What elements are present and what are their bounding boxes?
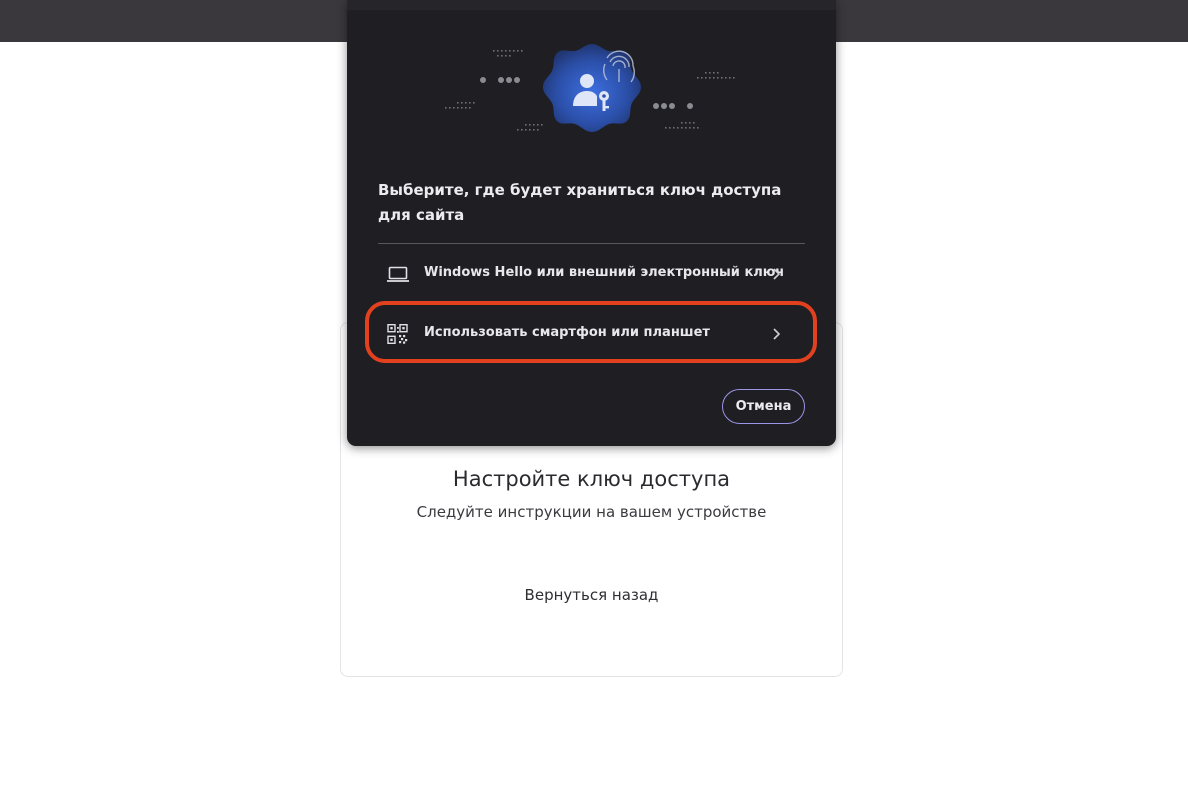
page-subtitle: Следуйте инструкции на вашем устройстве: [416, 503, 767, 521]
cancel-button[interactable]: Отмена: [722, 389, 805, 424]
laptop-icon: [387, 266, 409, 282]
back-link[interactable]: Вернуться назад: [341, 586, 842, 604]
highlight-annotation: [365, 301, 817, 363]
option-windows-hello[interactable]: Windows Hello или внешний электронный кл…: [378, 250, 805, 298]
dialog-divider: [378, 243, 805, 244]
passkey-illustration: [445, 44, 735, 132]
chevron-right-icon: [773, 268, 781, 280]
passkey-location-dialog: Выберите, где будет храниться ключ досту…: [347, 0, 836, 446]
option-windows-hello-label: Windows Hello или внешний электронный кл…: [424, 265, 785, 280]
dialog-heading: Выберите, где будет храниться ключ досту…: [378, 181, 782, 224]
page-title: Настройте ключ доступа: [452, 467, 731, 491]
dialog-frame-top: [347, 0, 836, 10]
